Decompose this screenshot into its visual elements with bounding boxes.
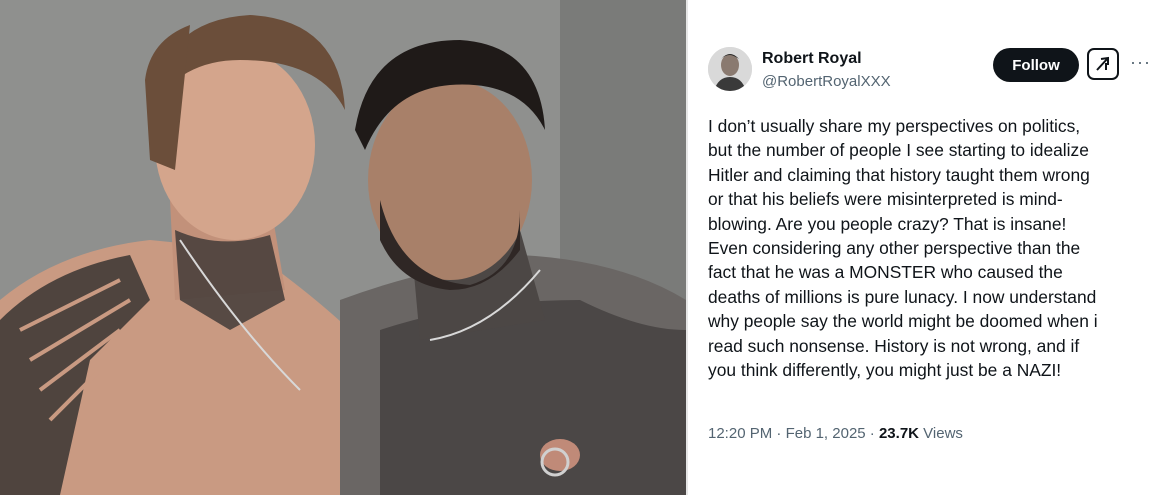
tweet-meta: 12:20 PM · Feb 1, 2025 · 23.7K Views — [708, 425, 963, 442]
author-name[interactable]: Robert Royal — [762, 50, 862, 68]
views-count: 23.7K — [878, 425, 919, 442]
tweet-text-line: I don’t usually share my perspectives on… — [708, 116, 1081, 136]
tweet-text-line: fact that he was a MONSTER who caused th… — [708, 262, 1063, 283]
tweet-text-line: you think differently, you might just be… — [708, 360, 1062, 381]
meta-separator: · — [776, 425, 782, 442]
tweet-text-line: or that his beliefs were misinterpreted … — [708, 189, 1063, 210]
photo-illustration — [0, 0, 686, 495]
tweet-text-line: Even considering any other perspective t… — [708, 238, 1081, 259]
tweet-card: Robert Royal @RobertRoyalXXX Follow ··· … — [690, 0, 1170, 495]
views-label: Views — [923, 425, 963, 442]
avatar[interactable] — [708, 47, 752, 91]
grok-glyph — [1096, 56, 1109, 71]
tweet-time[interactable]: 12:20 PM — [708, 425, 772, 442]
more-options-icon[interactable]: ··· — [1130, 52, 1151, 73]
tweet-text-line: Hitler and claiming that history taught … — [708, 164, 1090, 185]
meta-separator: · — [869, 425, 875, 442]
divider — [686, 0, 688, 495]
tweet-text-line: but the number of people I see starting … — [708, 140, 1089, 161]
tweet-text-line: read such nonsense. History is not wrong… — [708, 335, 1080, 356]
avatar-image — [708, 47, 752, 91]
tweet-text-line: blowing. Are you people crazy? That is i… — [708, 213, 1067, 234]
tweet-text: I don’t usually share my perspectives on… — [708, 114, 1160, 382]
grok-icon[interactable] — [1087, 48, 1119, 80]
tweet-text-line: deaths of millions is pure lunacy. I now… — [708, 286, 1097, 307]
author-handle[interactable]: @RobertRoyalXXX — [762, 73, 891, 90]
attached-photo[interactable] — [0, 0, 686, 495]
follow-button[interactable]: Follow — [993, 48, 1079, 82]
tweet-text-line: why people say the world might be doomed… — [708, 311, 1098, 332]
tweet-date[interactable]: Feb 1, 2025 — [786, 425, 866, 442]
